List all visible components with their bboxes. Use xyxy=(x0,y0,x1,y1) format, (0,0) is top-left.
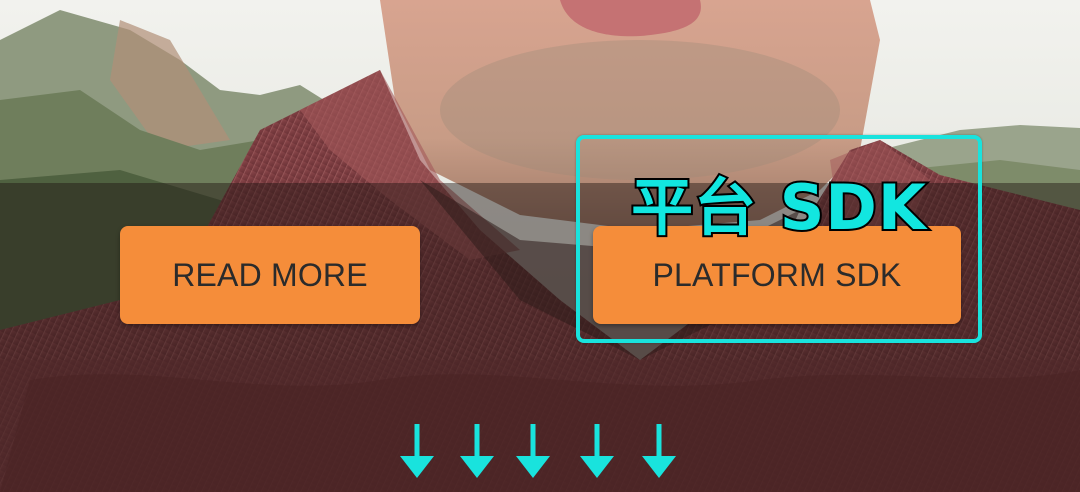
down-arrow-icon xyxy=(400,424,434,478)
down-arrow-icon xyxy=(516,424,550,478)
read-more-button[interactable]: READ MORE xyxy=(120,226,420,324)
down-arrow-icon xyxy=(642,424,676,478)
down-arrow-icon xyxy=(460,424,494,478)
app-screen: READ MORE PLATFORM SDK 平台 SDK xyxy=(0,0,1080,492)
down-arrow-icon xyxy=(580,424,614,478)
down-arrows-annotation xyxy=(400,424,676,478)
annotation-label: 平台 SDK xyxy=(629,169,928,246)
